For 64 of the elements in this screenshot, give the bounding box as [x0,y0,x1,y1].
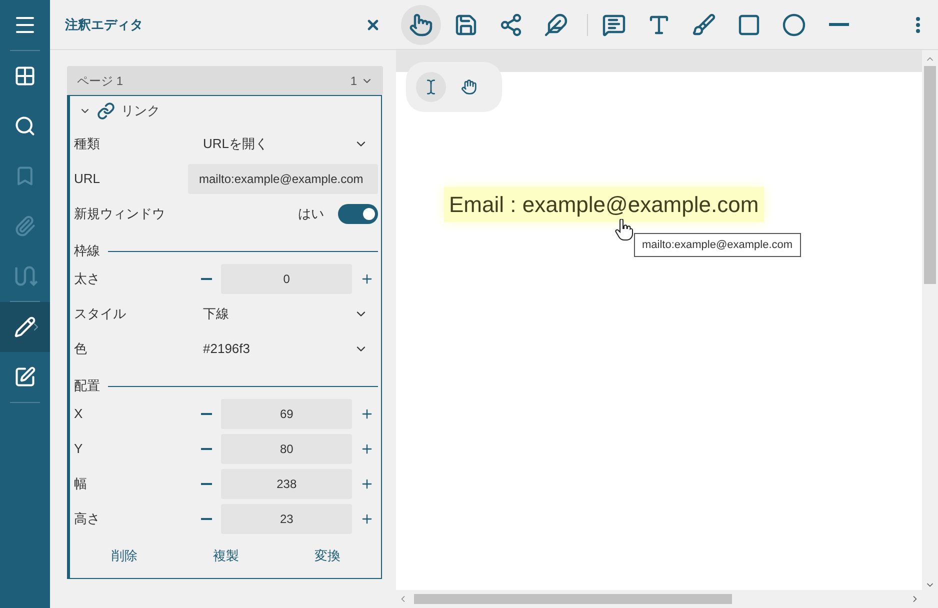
action-button[interactable]: 変換 [304,546,350,566]
toggle-switch[interactable] [338,204,378,224]
tool-button[interactable] [401,4,441,44]
dropdown[interactable]: URLを開く [188,128,378,158]
search-icon [14,115,36,137]
brush-icon [692,12,716,36]
minus-icon [200,482,212,484]
feather-icon [544,12,568,36]
dropdown[interactable]: #2196f3 [188,334,378,364]
number-field[interactable]: 80 [221,434,352,464]
field-label: 太さ [74,270,100,286]
link-annotation[interactable]: Email : example@example.com [444,187,764,222]
field-label: Y [74,440,83,456]
section-heading: 配置 [74,377,100,396]
field-label: URL [74,170,100,186]
field-label: 色 [74,340,87,356]
field-label: 種類 [74,136,100,150]
paperclip-icon [14,215,36,237]
pointer-hand-icon [409,12,433,36]
section-header[interactable]: リンク [73,96,160,126]
toggle-value: はい [298,204,324,223]
minus-icon [200,412,212,414]
panel-title: 注釈エディタ [65,16,143,34]
number-field[interactable]: 238 [221,468,352,498]
minus-icon [200,518,212,520]
number-field[interactable]: 23 [221,504,352,534]
plus-icon [360,406,374,420]
number-field[interactable]: 0 [221,264,352,294]
more-icon [916,16,920,32]
sidebar-item[interactable] [0,302,50,352]
circle-icon [782,12,806,36]
vertical-scrollbar-thumb[interactable] [924,66,936,284]
square-icon [737,12,761,36]
url-field[interactable]: mailto:example@example.com [188,164,378,194]
horizontal-scrollbar-thumb[interactable] [414,594,732,604]
save-icon [454,12,478,36]
edit-icon [14,366,36,388]
section-heading: 枠線 [74,242,100,260]
pointer-cursor-icon [615,219,633,241]
action-button[interactable]: 削除 [102,546,148,566]
page-dropdown[interactable]: ページ 1 1 [67,66,383,95]
field-label: スタイル [74,306,126,320]
minus-icon [200,448,212,450]
plus-icon [360,476,374,490]
field-label: 高さ [74,510,100,526]
number-field[interactable]: 69 [221,398,352,428]
grid-icon [14,65,36,87]
field-label: 新規ウィンドウ [74,206,165,220]
plus-icon [360,272,374,286]
line-icon [829,23,849,26]
dropdown[interactable]: 下線 [188,298,378,328]
minus-icon [200,278,212,280]
plus-icon [360,442,374,456]
mode-button[interactable] [416,72,446,102]
action-button[interactable]: 複製 [202,546,249,566]
comment-icon [602,12,626,36]
link-icon [97,102,115,120]
field-label: X [74,406,83,420]
field-label: 幅 [74,476,87,490]
hand-icon [461,79,477,95]
pencil-icon [14,316,36,338]
share-icon [499,12,523,36]
plus-icon [360,512,374,526]
tooltip: mailto:example@example.com [634,233,801,257]
